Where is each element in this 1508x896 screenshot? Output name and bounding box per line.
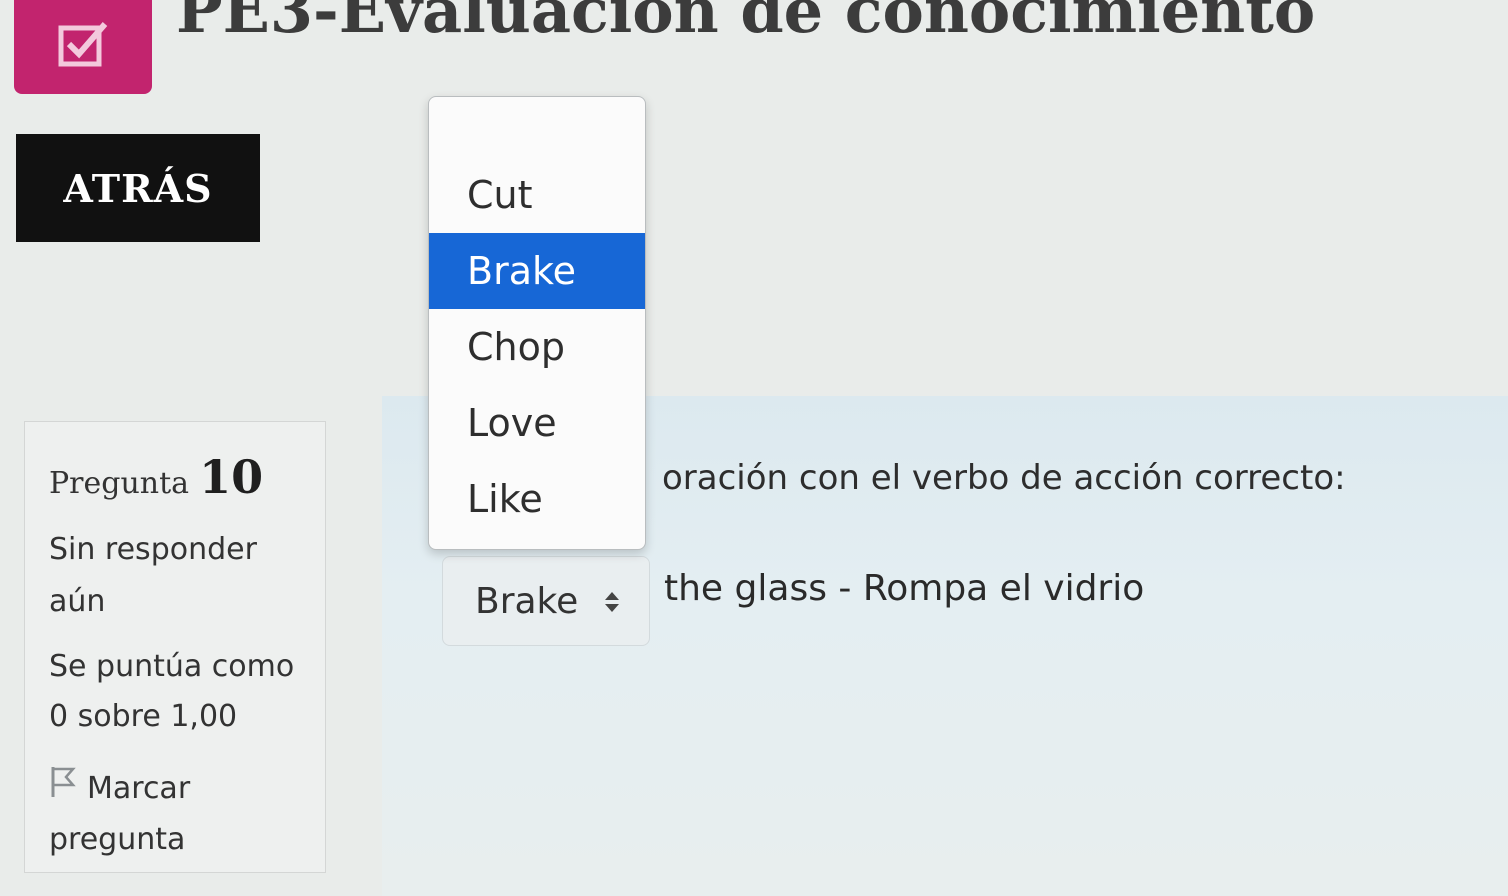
question-info-panel: Pregunta 10 Sin responder aún Se puntúa …	[24, 421, 326, 873]
back-button[interactable]: ATRÁS	[16, 134, 260, 242]
checkbox-edit-icon	[58, 22, 108, 67]
question-status: Sin responder aún	[49, 532, 257, 619]
dropdown-option-brake[interactable]: Brake	[429, 233, 645, 309]
page-title: PE3-Evaluación de conocimiento	[176, 0, 1316, 47]
verb-select[interactable]: Brake	[442, 556, 650, 646]
dropdown-option-chop[interactable]: Chop	[429, 309, 645, 385]
flag-question-link[interactable]: Marcar pregunta	[49, 764, 301, 865]
question-number: 10	[199, 450, 264, 504]
question-grade: Se puntúa como 0 sobre 1,00	[49, 649, 295, 734]
quiz-header-icon	[14, 0, 152, 94]
dropdown-option-like[interactable]: Like	[429, 461, 645, 537]
verb-dropdown-list[interactable]: Cut Brake Chop Love Like	[428, 96, 646, 550]
flag-icon[interactable]	[49, 765, 77, 815]
verb-select-value[interactable]: Brake	[475, 581, 578, 622]
sentence-rest: the glass - Rompa el vidrio	[664, 568, 1145, 609]
select-arrows-icon[interactable]	[603, 589, 621, 615]
dropdown-option-love[interactable]: Love	[429, 385, 645, 461]
question-prompt: oración con el verbo de acción correcto:	[662, 458, 1346, 498]
dropdown-option-cut[interactable]: Cut	[429, 157, 645, 233]
question-number-line: Pregunta 10	[49, 450, 301, 504]
question-label: Pregunta	[49, 466, 190, 501]
